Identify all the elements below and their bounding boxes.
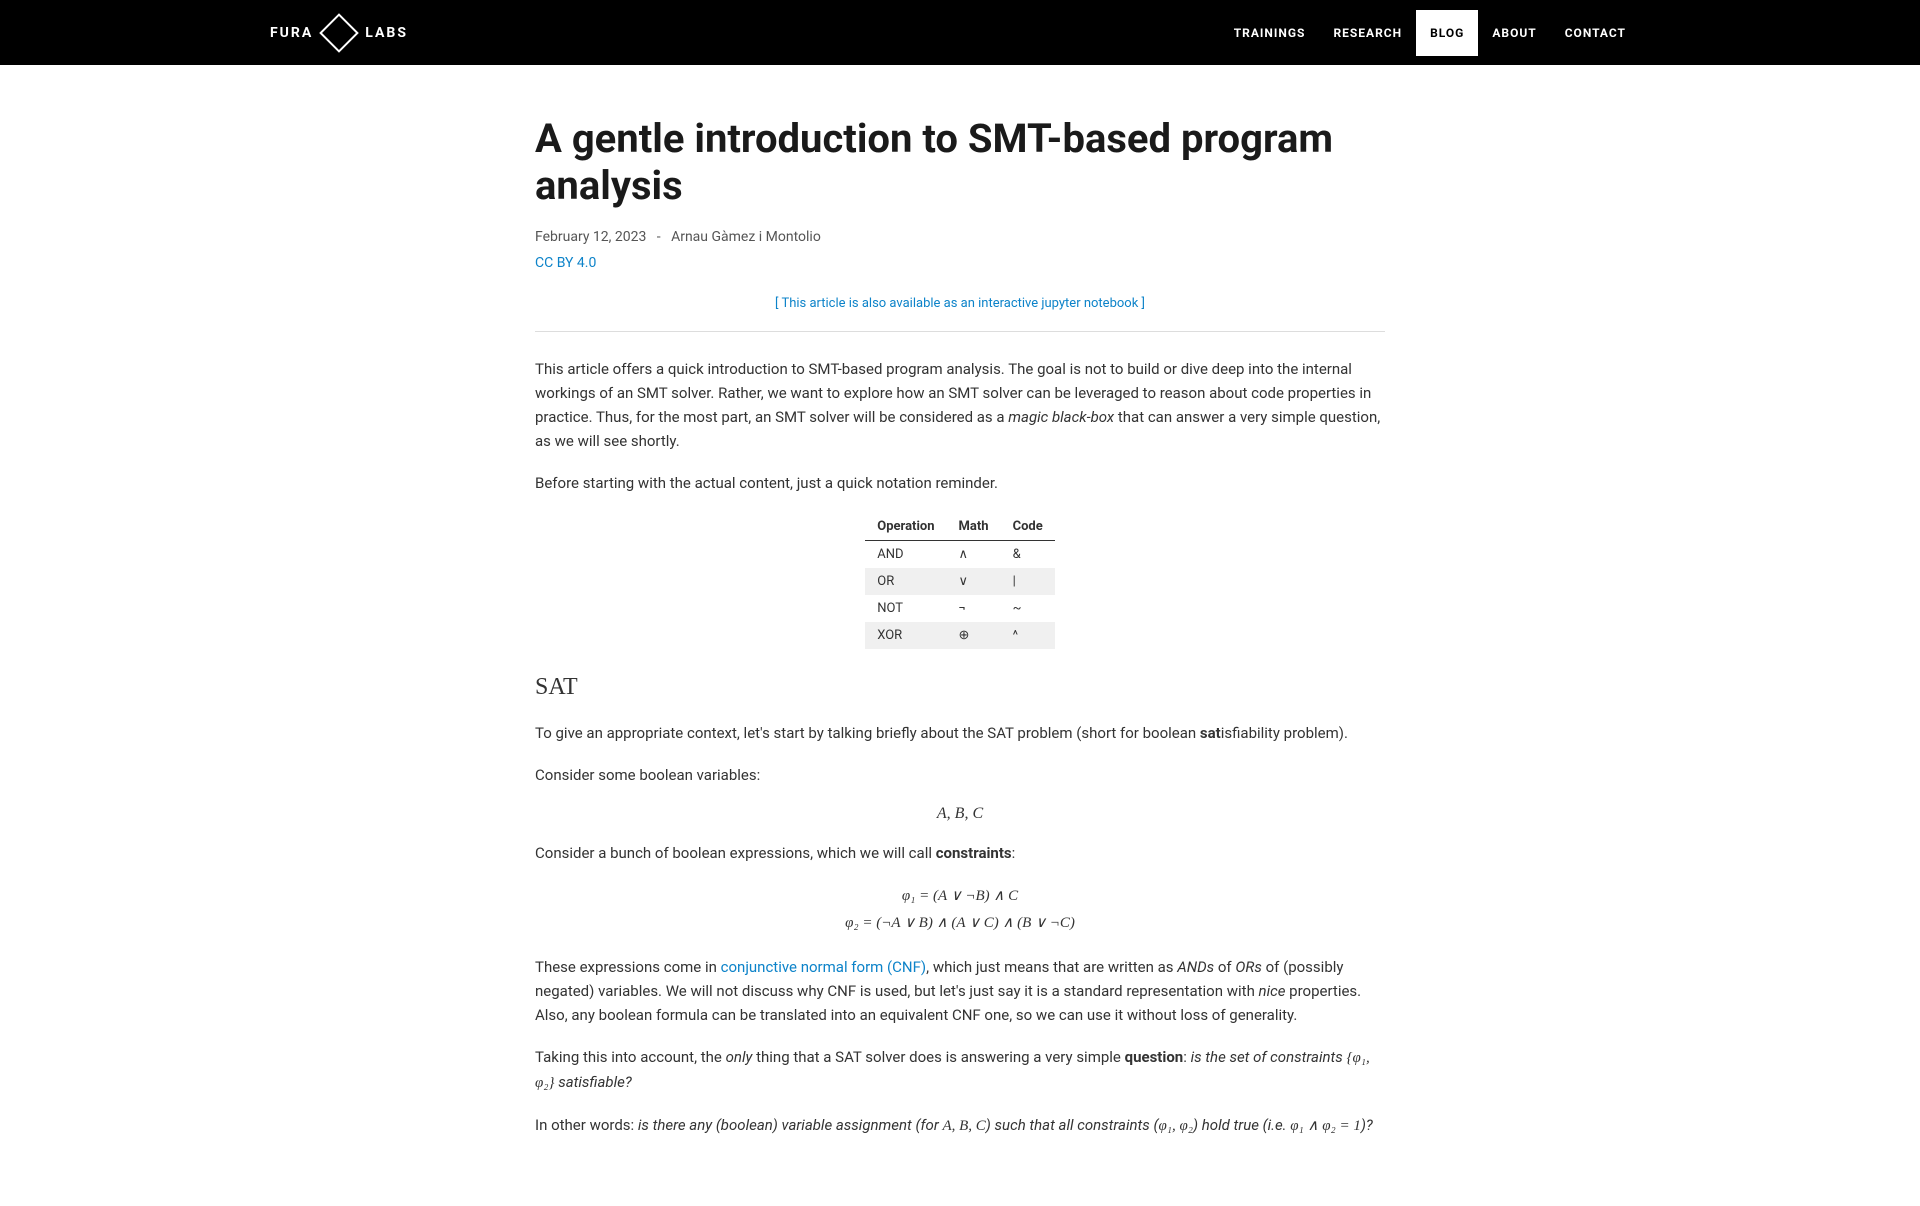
content: A gentle introduction to SMT-based progr… <box>535 65 1385 1206</box>
article-date: February 12, 2023 <box>535 229 646 245</box>
nav-blog[interactable]: BLOG <box>1416 10 1478 56</box>
sat-heading: SAT <box>535 674 1385 701</box>
nav-about[interactable]: ABOUT <box>1478 10 1550 56</box>
sat-paragraph-6: In other words: is there any (boolean) v… <box>535 1113 1385 1138</box>
intro-paragraph-2: Before starting with the actual content,… <box>535 471 1385 495</box>
sat-paragraph-3: Consider a bunch of boolean expressions,… <box>535 841 1385 865</box>
cnf-link[interactable]: conjunctive normal form (CNF) <box>721 958 927 976</box>
page-title: A gentle introduction to SMT-based progr… <box>535 115 1385 209</box>
table-row: OR ∨ | <box>865 568 1055 595</box>
nav-contact[interactable]: CONTACT <box>1551 10 1640 56</box>
table-header-math: Math <box>947 513 1001 541</box>
table-row: NOT ¬ ~ <box>865 595 1055 622</box>
license-link[interactable]: CC BY 4.0 <box>535 255 1385 271</box>
notation-table: Operation Math Code AND ∧ & OR ∨ | NOT ¬… <box>865 513 1055 649</box>
sat-paragraph-2: Consider some boolean variables: <box>535 763 1385 787</box>
table-row: XOR ⊕ ^ <box>865 622 1055 649</box>
formula-variables: A, B, C <box>535 805 1385 823</box>
article-author: Arnau Gàmez i Montolio <box>671 229 821 245</box>
logo-text-left: FURA <box>270 25 313 41</box>
nav: TRAININGS RESEARCH BLOG ABOUT CONTACT <box>1220 10 1640 56</box>
sat-paragraph-4: These expressions come in conjunctive no… <box>535 955 1385 1027</box>
logo[interactable]: FURA LABS <box>270 19 408 47</box>
divider <box>535 331 1385 332</box>
article-meta: February 12, 2023 - Arnau Gàmez i Montol… <box>535 229 1385 245</box>
sat-paragraph-5: Taking this into account, the only thing… <box>535 1045 1385 1095</box>
logo-text-right: LABS <box>365 25 408 41</box>
logo-diamond-icon <box>319 13 359 53</box>
header: FURA LABS TRAININGS RESEARCH BLOG ABOUT … <box>0 0 1920 65</box>
table-header-code: Code <box>1001 513 1055 541</box>
notebook-link[interactable]: [ This article is also available as an i… <box>535 296 1385 311</box>
meta-separator: - <box>657 229 661 245</box>
formula-constraints: φ₁ = (A ∨ ¬B) ∧ C φ₂ = (¬A ∨ B) ∧ (A ∨ C… <box>535 883 1385 937</box>
sat-paragraph-1: To give an appropriate context, let's st… <box>535 721 1385 745</box>
table-row: AND ∧ & <box>865 541 1055 569</box>
nav-trainings[interactable]: TRAININGS <box>1220 10 1320 56</box>
table-header-operation: Operation <box>865 513 946 541</box>
intro-paragraph-1: This article offers a quick introduction… <box>535 357 1385 453</box>
nav-research[interactable]: RESEARCH <box>1319 10 1416 56</box>
